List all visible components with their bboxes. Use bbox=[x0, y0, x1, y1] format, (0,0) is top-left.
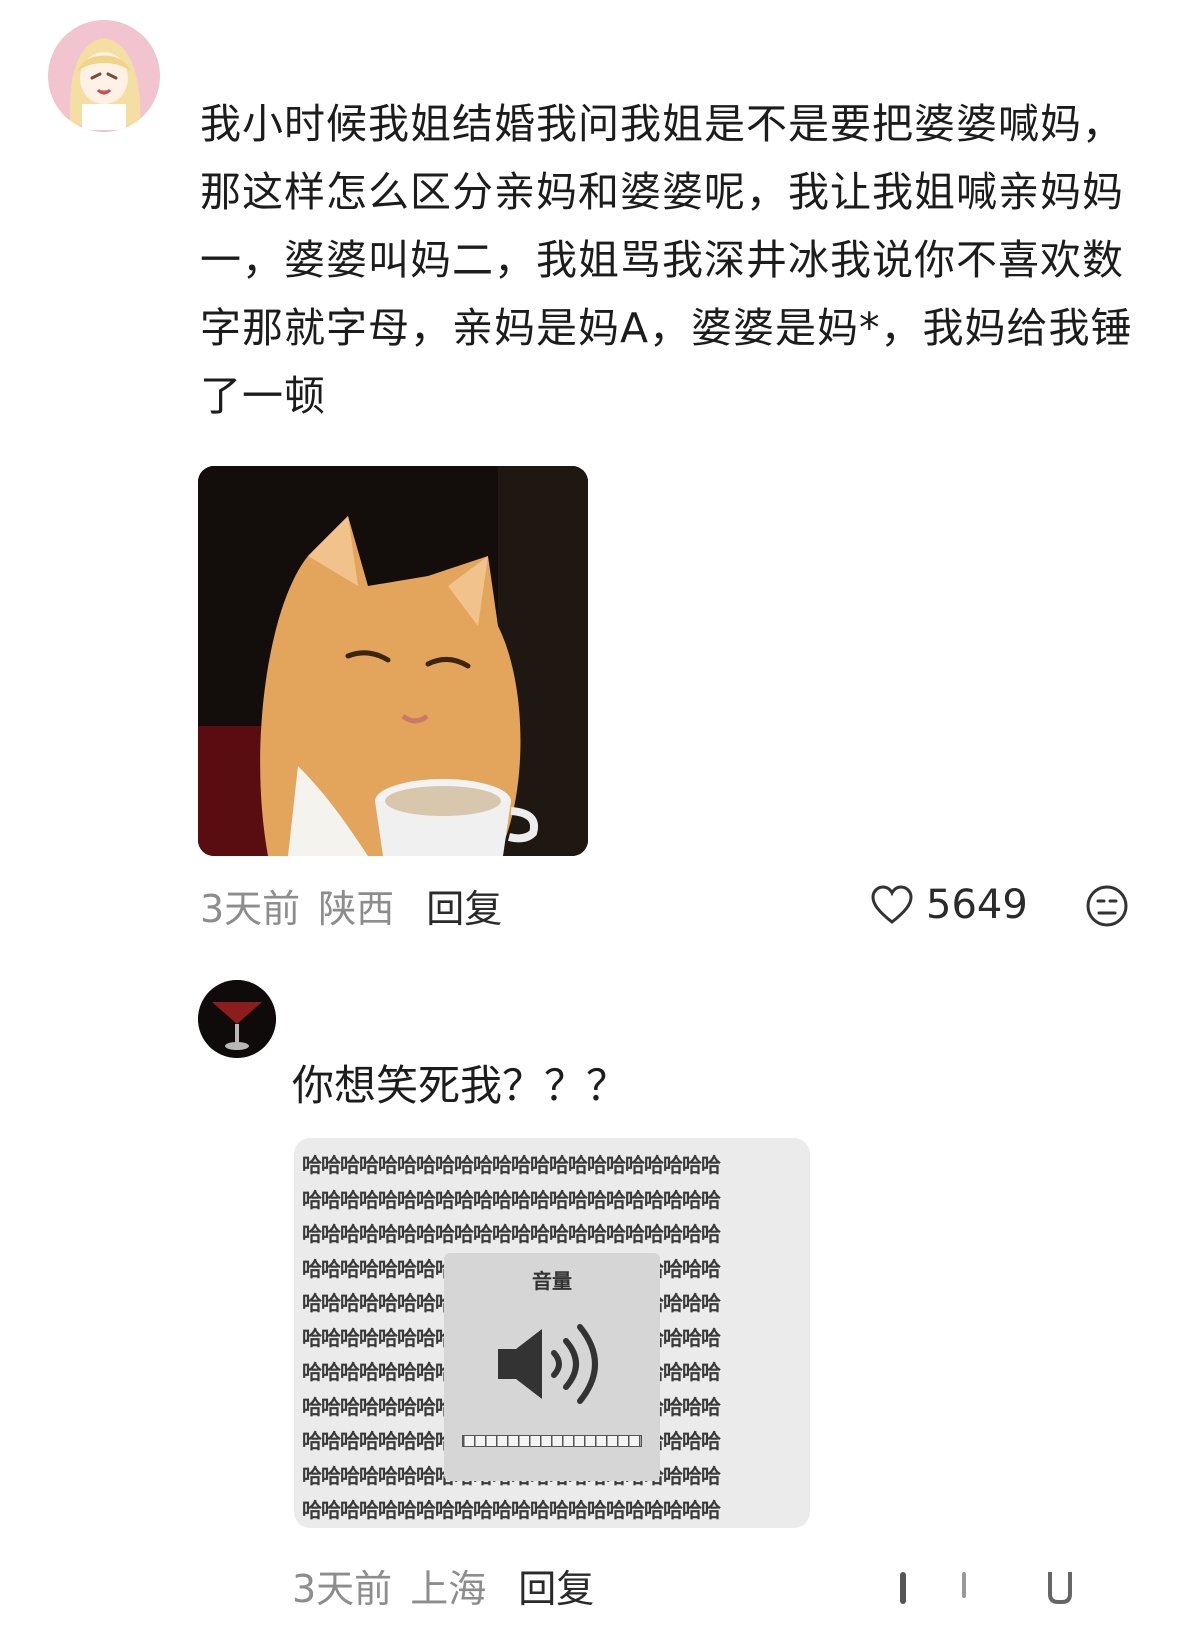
comment-image[interactable]: 哈哈哈哈哈哈哈哈哈哈哈哈哈哈哈哈哈哈哈哈哈哈 哈哈哈哈哈哈哈哈哈哈哈哈哈哈哈哈哈… bbox=[294, 1138, 810, 1528]
like-button[interactable]: 5649 bbox=[870, 880, 1028, 930]
comment-image[interactable] bbox=[198, 466, 588, 856]
comment-location: 陕西 bbox=[318, 886, 395, 931]
truncated-icons bbox=[900, 1572, 1072, 1604]
volume-panel: 音量 bbox=[444, 1253, 660, 1481]
cat-drinking-coffee-icon bbox=[198, 466, 588, 856]
comment-location: 上海 bbox=[410, 1566, 487, 1611]
comment-meta: 3天前 上海 回复 bbox=[292, 1558, 594, 1613]
user-avatar[interactable] bbox=[198, 980, 276, 1058]
user-avatar[interactable] bbox=[48, 20, 160, 132]
anime-girl-avatar-icon bbox=[48, 20, 160, 132]
cocktail-glass-avatar-icon bbox=[198, 980, 276, 1058]
comment-meta: 3天前 陕西 回复 bbox=[200, 878, 502, 933]
like-count: 5649 bbox=[926, 882, 1028, 928]
heart-icon bbox=[871, 885, 913, 924]
speaker-volume-icon bbox=[498, 1324, 598, 1404]
reply-button[interactable]: 回复 bbox=[426, 878, 502, 933]
volume-title: 音量 bbox=[532, 1269, 572, 1293]
comment-time: 3天前 bbox=[292, 1566, 393, 1611]
comment-text: 我小时候我姐结婚我问我姐是不是要把婆婆喊妈，那这样怎么区分亲妈和婆婆呢，我让我姐… bbox=[200, 100, 1133, 420]
reply-button[interactable]: 回复 bbox=[518, 1558, 594, 1613]
comment-time: 3天前 bbox=[200, 886, 301, 931]
emoji-face-icon[interactable] bbox=[1085, 884, 1129, 928]
volume-level-bar bbox=[462, 1435, 642, 1447]
comment-text: 你想笑死我？？？ bbox=[292, 1061, 629, 1110]
